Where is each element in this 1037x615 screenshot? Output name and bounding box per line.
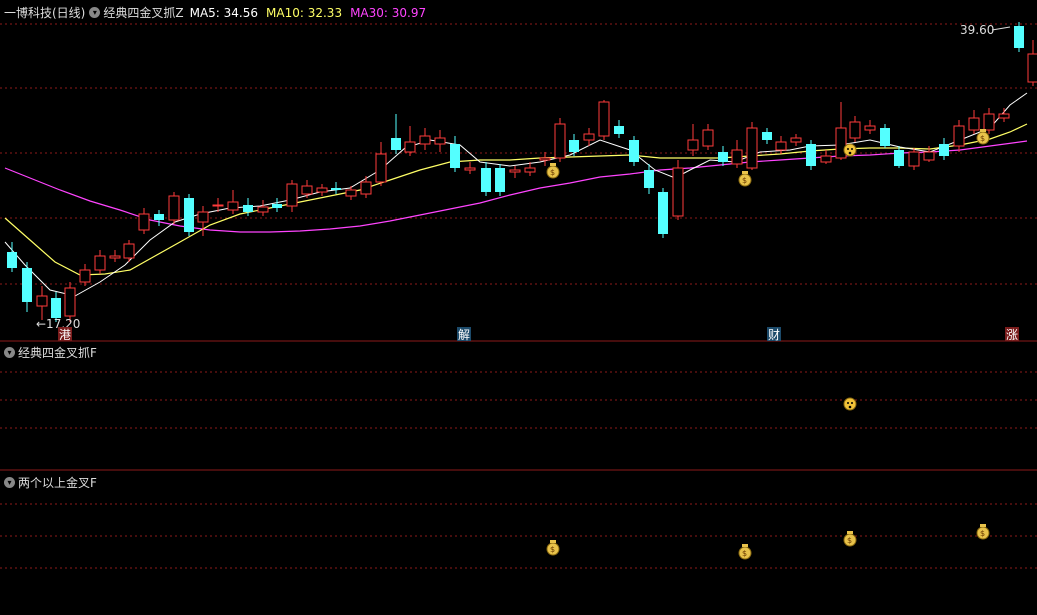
candle xyxy=(434,130,446,152)
candle xyxy=(495,164,505,196)
candle xyxy=(331,182,341,194)
candle xyxy=(168,192,180,224)
candle xyxy=(598,100,610,140)
candle xyxy=(953,120,965,152)
smiley-icon xyxy=(843,143,857,157)
candle xyxy=(687,124,699,156)
candle xyxy=(672,160,684,220)
svg-text:$: $ xyxy=(847,536,852,545)
high-price-label: 39.60 xyxy=(960,23,994,37)
candle xyxy=(718,146,728,166)
candle xyxy=(138,208,150,234)
money-bag-icon: $ xyxy=(546,540,560,556)
candle xyxy=(464,162,476,174)
candle xyxy=(658,188,668,238)
candle xyxy=(762,128,772,144)
money-bag-icon: $ xyxy=(738,544,752,560)
candle xyxy=(301,180,313,198)
money-bag-icon: $ xyxy=(738,171,752,187)
candle xyxy=(375,142,387,186)
high-arrow xyxy=(991,26,1011,31)
panel2-title[interactable]: 经典四金叉抓F xyxy=(18,344,97,361)
candle xyxy=(539,152,551,166)
candle xyxy=(820,150,832,164)
marker-zhang[interactable]: 涨 xyxy=(1006,327,1018,342)
candle xyxy=(1014,22,1024,52)
main-grid xyxy=(0,23,1037,569)
marker-cai[interactable]: 财 xyxy=(768,328,780,342)
candle xyxy=(316,184,328,196)
candle xyxy=(702,124,714,150)
candle xyxy=(22,262,32,312)
candle xyxy=(286,180,298,212)
candle xyxy=(450,136,460,172)
candle xyxy=(509,166,521,178)
candle xyxy=(419,128,431,150)
candle xyxy=(184,194,194,236)
candle xyxy=(1027,40,1037,86)
candle xyxy=(109,250,121,262)
candle xyxy=(64,282,76,322)
candle xyxy=(554,118,566,162)
panel2-dropdown-icon[interactable]: ▾ xyxy=(4,347,15,358)
candle xyxy=(360,176,372,198)
candle xyxy=(257,200,269,216)
ma5-line xyxy=(4,92,1028,297)
candle xyxy=(94,250,106,274)
panel3-header: ▾ 两个以上金叉F xyxy=(0,474,97,491)
candle xyxy=(272,198,282,212)
kline-chart: 39.60 ←17.20 港 解 财 涨 $$$$ $$$ xyxy=(0,22,1037,569)
candle xyxy=(806,140,816,170)
svg-text:$: $ xyxy=(980,529,985,538)
panel2-header: ▾ 经典四金叉抓F xyxy=(0,344,97,361)
panel3-title[interactable]: 两个以上金叉F xyxy=(18,474,97,491)
candle xyxy=(746,122,758,170)
candle xyxy=(908,148,920,170)
svg-text:$: $ xyxy=(550,545,555,554)
money-bag-icon: $ xyxy=(976,524,990,540)
event-markers[interactable]: 港 解 财 涨 xyxy=(58,327,1019,342)
candle xyxy=(790,134,802,146)
candle xyxy=(481,162,491,196)
smiley-icon xyxy=(843,397,857,411)
candle xyxy=(731,140,743,168)
candle xyxy=(864,120,876,134)
svg-text:$: $ xyxy=(742,549,747,558)
candle xyxy=(629,136,639,166)
candle xyxy=(79,264,91,286)
svg-text:$: $ xyxy=(550,168,555,177)
candle xyxy=(227,190,239,214)
candle xyxy=(968,110,980,134)
panel3-dropdown-icon[interactable]: ▾ xyxy=(4,477,15,488)
candle xyxy=(614,120,624,138)
candlesticks xyxy=(7,22,1037,322)
svg-text:$: $ xyxy=(980,134,985,143)
candle xyxy=(154,210,164,226)
candle xyxy=(391,114,401,154)
candle xyxy=(404,126,416,156)
candle xyxy=(998,108,1010,122)
money-bag-icon: $ xyxy=(976,129,990,145)
marker-gang[interactable]: 港 xyxy=(59,328,71,342)
candle xyxy=(894,146,904,168)
candle xyxy=(123,240,135,262)
candle xyxy=(939,138,949,160)
candle xyxy=(880,124,890,148)
marker-jie[interactable]: 解 xyxy=(458,328,470,342)
money-bag-icon: $ xyxy=(546,163,560,179)
ma10-line xyxy=(4,123,1028,276)
svg-text:$: $ xyxy=(742,176,747,185)
candle xyxy=(849,116,861,142)
money-bag-icon: $ xyxy=(843,531,857,547)
candle xyxy=(36,286,48,320)
